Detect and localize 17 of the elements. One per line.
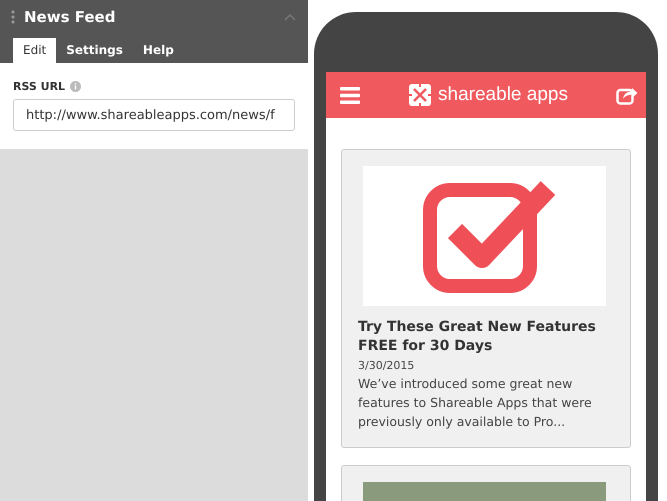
post-excerpt: We’ve introduced some great new features to Shareable Apps that were previously only available to Pro... bbox=[358, 375, 593, 431]
url-input-field[interactable]: http://www.shareableapps.com/news/f bbox=[13, 99, 295, 131]
menu-icon[interactable] bbox=[340, 86, 360, 104]
post-date: 3/30/2015 bbox=[358, 359, 416, 372]
tab[interactable]: Settings bbox=[56, 38, 133, 63]
post-title[interactable]: Try These Great New Features FREE for 30 Days bbox=[358, 318, 614, 356]
tab[interactable]: Help bbox=[132, 38, 184, 63]
drag-handle-icon[interactable] bbox=[11, 10, 15, 24]
panel-title: News Feed bbox=[24, 8, 116, 26]
news-card[interactable]: Try These Great New Features FREE for 30 Days 3/30/2015 We’ve introduced some great new features to Shareable Apps that were previously only available to Pro... bbox=[341, 149, 631, 448]
tab[interactable]: Edit bbox=[13, 38, 56, 63]
brand-name: shareable apps bbox=[438, 84, 568, 106]
info-icon[interactable] bbox=[70, 81, 82, 92]
logo-icon bbox=[408, 83, 432, 107]
field-label: RSS URL bbox=[13, 80, 66, 93]
collapse-icon[interactable] bbox=[284, 13, 296, 21]
share-icon[interactable] bbox=[616, 85, 638, 105]
